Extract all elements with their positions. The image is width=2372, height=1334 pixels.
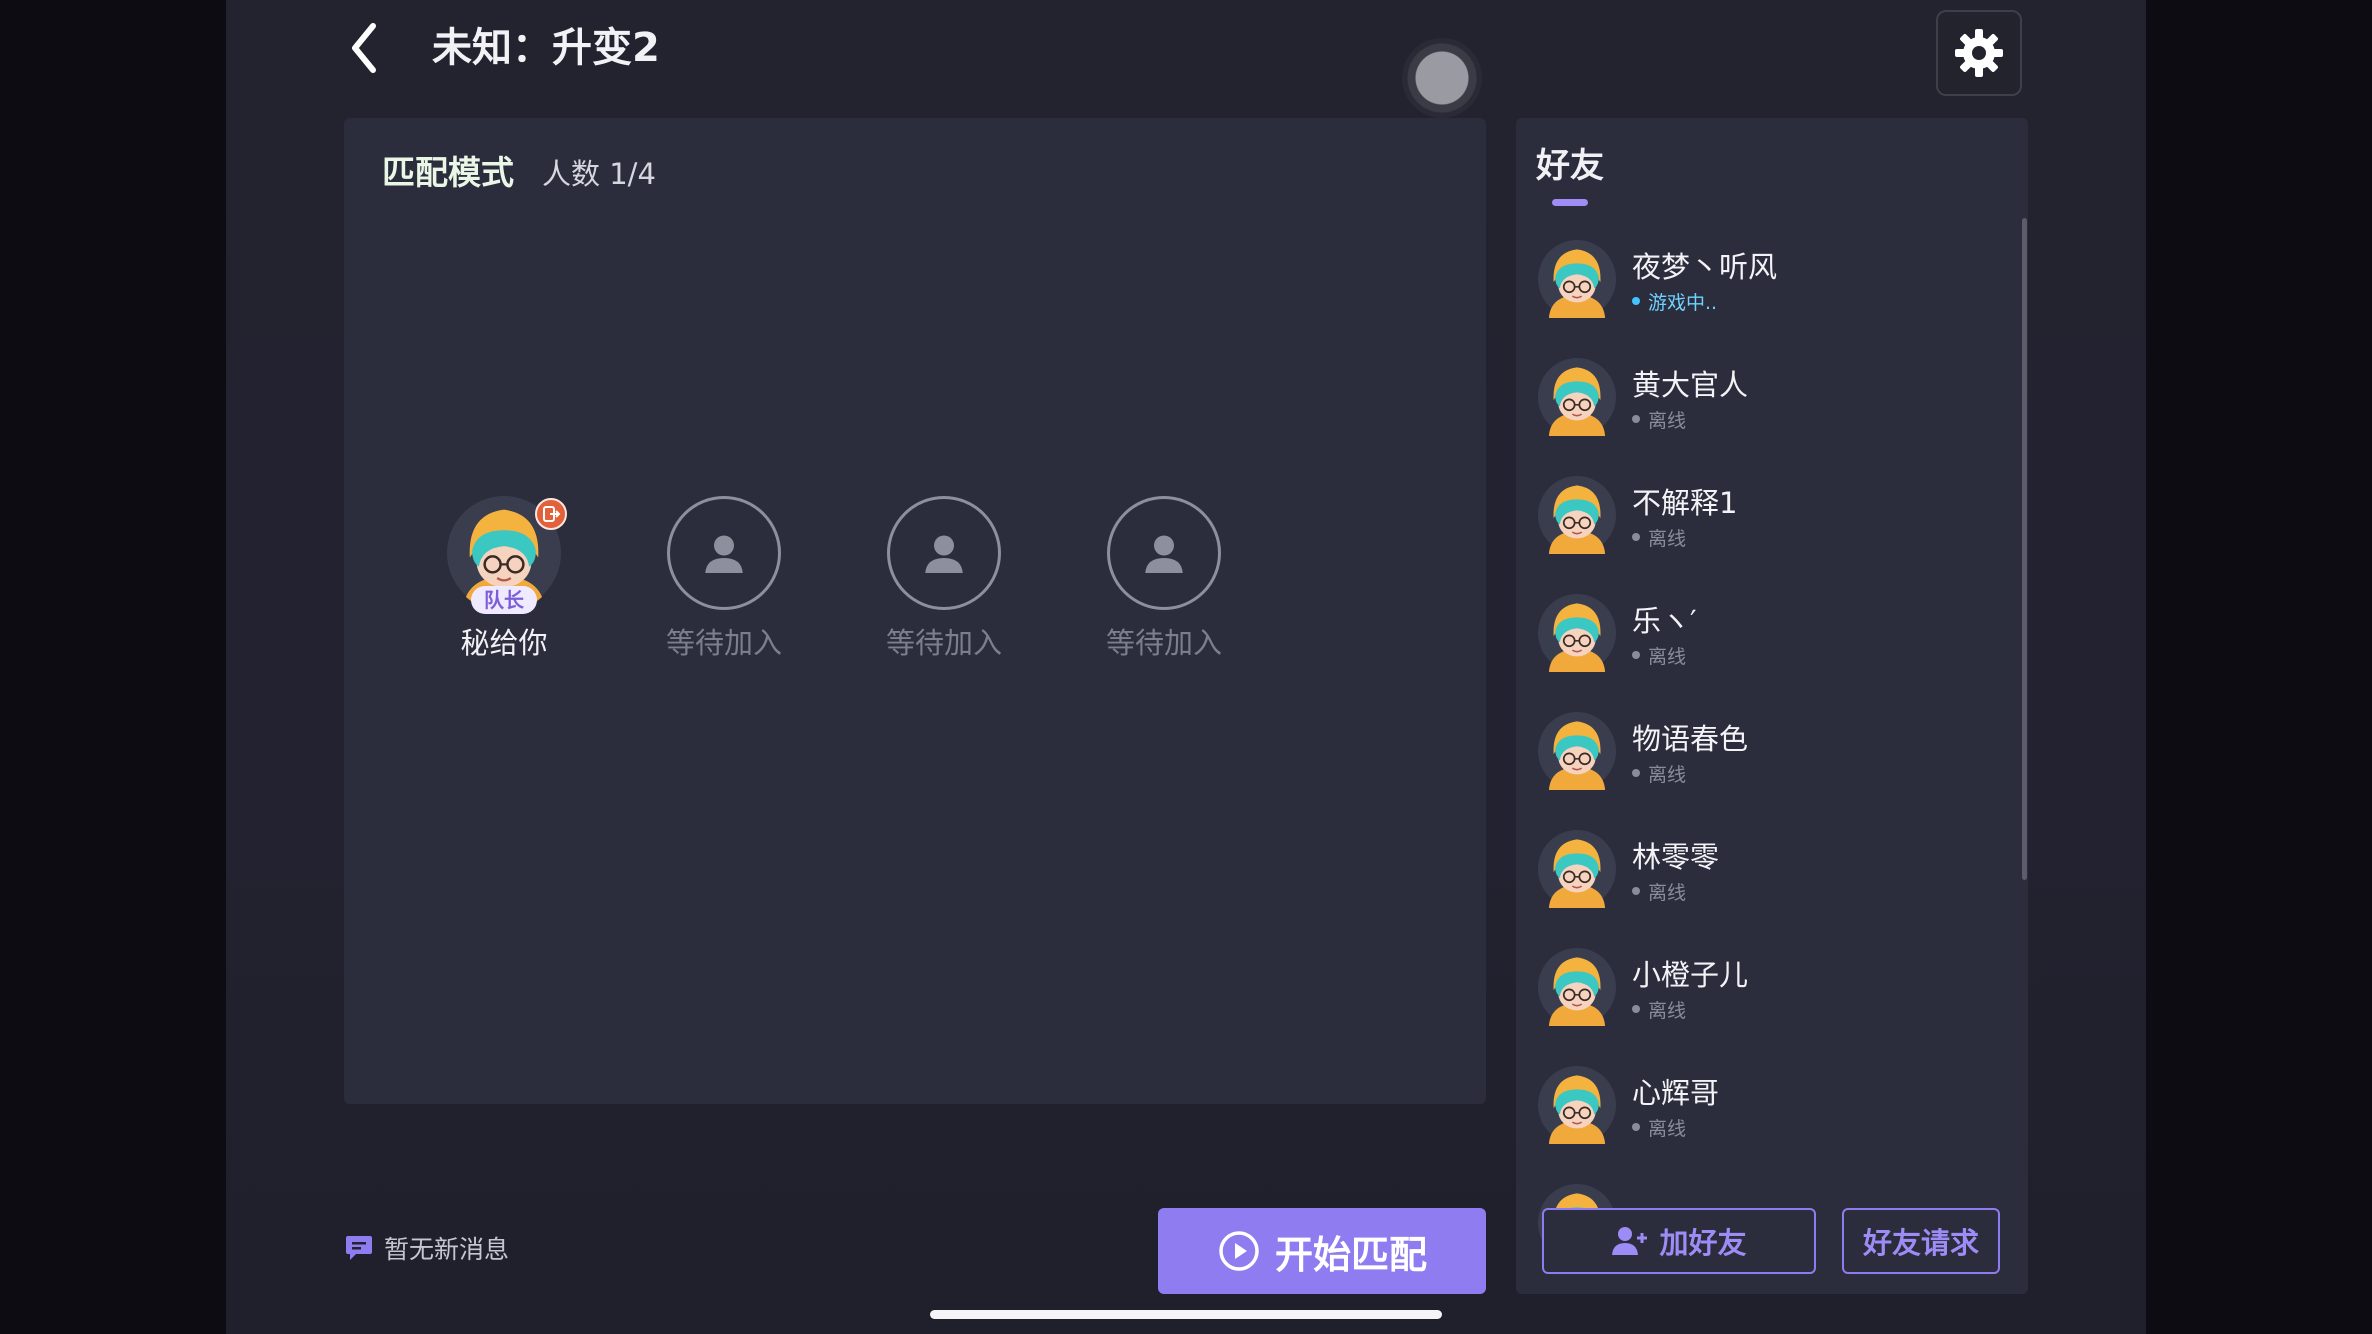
friend-status: 离线 — [1632, 878, 1719, 905]
leader-badge: 队长 — [471, 586, 537, 614]
friend-item[interactable]: 林零零 离线 — [1538, 824, 1998, 914]
avatar — [1538, 1066, 1616, 1144]
status-dot — [1632, 887, 1640, 895]
status-dot — [1632, 415, 1640, 423]
friend-status: 离线 — [1632, 996, 1748, 1023]
team-slot-empty[interactable]: 等待加入 — [634, 496, 814, 662]
friend-name: 夜梦丶听风 — [1632, 249, 1778, 284]
tab-indicator — [1552, 199, 1588, 206]
team-slot-leader[interactable]: 队长 秘给你 — [414, 496, 594, 662]
message-text: 暂无新消息 — [384, 1235, 510, 1264]
friend-list[interactable]: 夜梦丶听风 游戏中.. 黄大官人 离线 不解释1 离线 乐ヽ′ 离线 物语春色 … — [1516, 228, 2016, 1294]
status-dot — [1632, 1123, 1640, 1131]
match-mode-label: 匹配模式 — [382, 153, 514, 192]
empty-slot-ring — [1107, 496, 1221, 610]
friends-scrollbar[interactable] — [2022, 218, 2027, 880]
message-notice[interactable]: 暂无新消息 — [344, 1230, 509, 1266]
avatar — [1538, 476, 1616, 554]
home-indicator[interactable] — [930, 1310, 1442, 1319]
slot-name: 等待加入 — [885, 626, 1002, 660]
friend-item[interactable]: 物语春色 离线 — [1538, 706, 1998, 796]
friend-name: 乐ヽ′ — [1632, 603, 1697, 638]
friend-requests-label: 好友请求 — [1862, 1226, 1979, 1260]
chat-bubble-icon — [346, 1236, 372, 1260]
settings-button[interactable] — [1936, 10, 2022, 96]
friend-name: 不解释1 — [1632, 485, 1738, 520]
lobby-header: 匹配模式 人数 1/4 — [382, 146, 656, 194]
friend-item[interactable]: 黄大官人 离线 — [1538, 352, 1998, 442]
friend-status: 离线 — [1632, 524, 1737, 551]
player-count: 人数 1/4 — [542, 157, 656, 191]
add-friend-button[interactable]: 加好友 — [1542, 1208, 1816, 1274]
friend-status-text: 离线 — [1648, 527, 1687, 550]
avatar — [1538, 830, 1616, 908]
friend-name: 物语春色 — [1632, 721, 1749, 756]
status-dot — [1632, 769, 1640, 777]
start-match-button[interactable]: 开始匹配 — [1158, 1208, 1486, 1294]
add-friend-label: 加好友 — [1659, 1226, 1747, 1260]
avatar — [1538, 594, 1616, 672]
chevron-left-icon — [352, 23, 376, 73]
avatar — [1538, 948, 1616, 1026]
person-icon — [699, 528, 749, 578]
status-dot — [1632, 533, 1640, 541]
friend-status-text: 游戏中.. — [1648, 291, 1718, 314]
exit-team-button[interactable] — [535, 498, 567, 530]
play-circle-icon — [1219, 1231, 1259, 1271]
gear-icon — [1955, 29, 2003, 77]
friend-status: 离线 — [1632, 642, 1697, 669]
friend-status-text: 离线 — [1648, 409, 1687, 432]
friend-status: 离线 — [1632, 1114, 1719, 1141]
add-user-icon — [1612, 1227, 1648, 1255]
empty-slot-ring — [667, 496, 781, 610]
person-icon — [1139, 528, 1189, 578]
lobby-panel: 匹配模式 人数 1/4 队长 秘给你 等待加入 等待加入 等待加入 — [344, 118, 1486, 1104]
friend-status: 游戏中.. — [1632, 288, 1777, 315]
friends-panel: 好友 夜梦丶听风 游戏中.. 黄大官人 离线 不解释1 离线 乐ヽ′ 离线 物语… — [1516, 118, 2028, 1294]
avatar — [1538, 358, 1616, 436]
friend-item[interactable]: 夜梦丶听风 游戏中.. — [1538, 234, 1998, 324]
status-dot — [1632, 651, 1640, 659]
slot-name: 等待加入 — [1105, 626, 1222, 660]
avatar: 队长 — [447, 496, 567, 614]
friend-status: 离线 — [1632, 406, 1748, 433]
friend-status-text: 离线 — [1648, 999, 1687, 1022]
friend-requests-button[interactable]: 好友请求 — [1842, 1208, 2000, 1274]
team-slot-empty[interactable]: 等待加入 — [1074, 496, 1254, 662]
friend-name: 黄大官人 — [1632, 367, 1749, 402]
friend-item[interactable]: 心辉哥 离线 — [1538, 1060, 1998, 1150]
friend-name: 小橙子儿 — [1632, 957, 1749, 992]
avatar — [1538, 240, 1616, 318]
back-button[interactable] — [334, 18, 394, 78]
start-match-label: 开始匹配 — [1274, 1232, 1427, 1277]
friend-name: 心辉哥 — [1632, 1075, 1720, 1110]
friends-title: 好友 — [1536, 146, 1604, 186]
friend-status-text: 离线 — [1648, 1117, 1687, 1140]
game-screen: 未知：升变2 匹配模式 人数 1/4 队长 秘给你 等待加入 等待加入 等待加入… — [226, 0, 2146, 1334]
empty-slot-ring — [887, 496, 1001, 610]
assistive-touch-button[interactable] — [1402, 38, 1482, 118]
avatar — [1538, 712, 1616, 790]
team-slot-empty[interactable]: 等待加入 — [854, 496, 1034, 662]
friend-item[interactable]: 不解释1 离线 — [1538, 470, 1998, 560]
status-dot — [1632, 297, 1640, 305]
slot-name: 秘给你 — [460, 626, 548, 660]
status-dot — [1632, 1005, 1640, 1013]
slot-name: 等待加入 — [665, 626, 782, 660]
person-icon — [919, 528, 969, 578]
friend-status-text: 离线 — [1648, 645, 1687, 668]
friend-status-text: 离线 — [1648, 881, 1687, 904]
friend-name: 林零零 — [1632, 839, 1720, 874]
friend-status: 离线 — [1632, 760, 1748, 787]
friend-item[interactable]: 小橙子儿 离线 — [1538, 942, 1998, 1032]
exit-icon — [543, 506, 561, 522]
friend-status-text: 离线 — [1648, 763, 1687, 786]
friend-item[interactable]: 乐ヽ′ 离线 — [1538, 588, 1998, 678]
page-title: 未知：升变2 — [432, 25, 660, 71]
